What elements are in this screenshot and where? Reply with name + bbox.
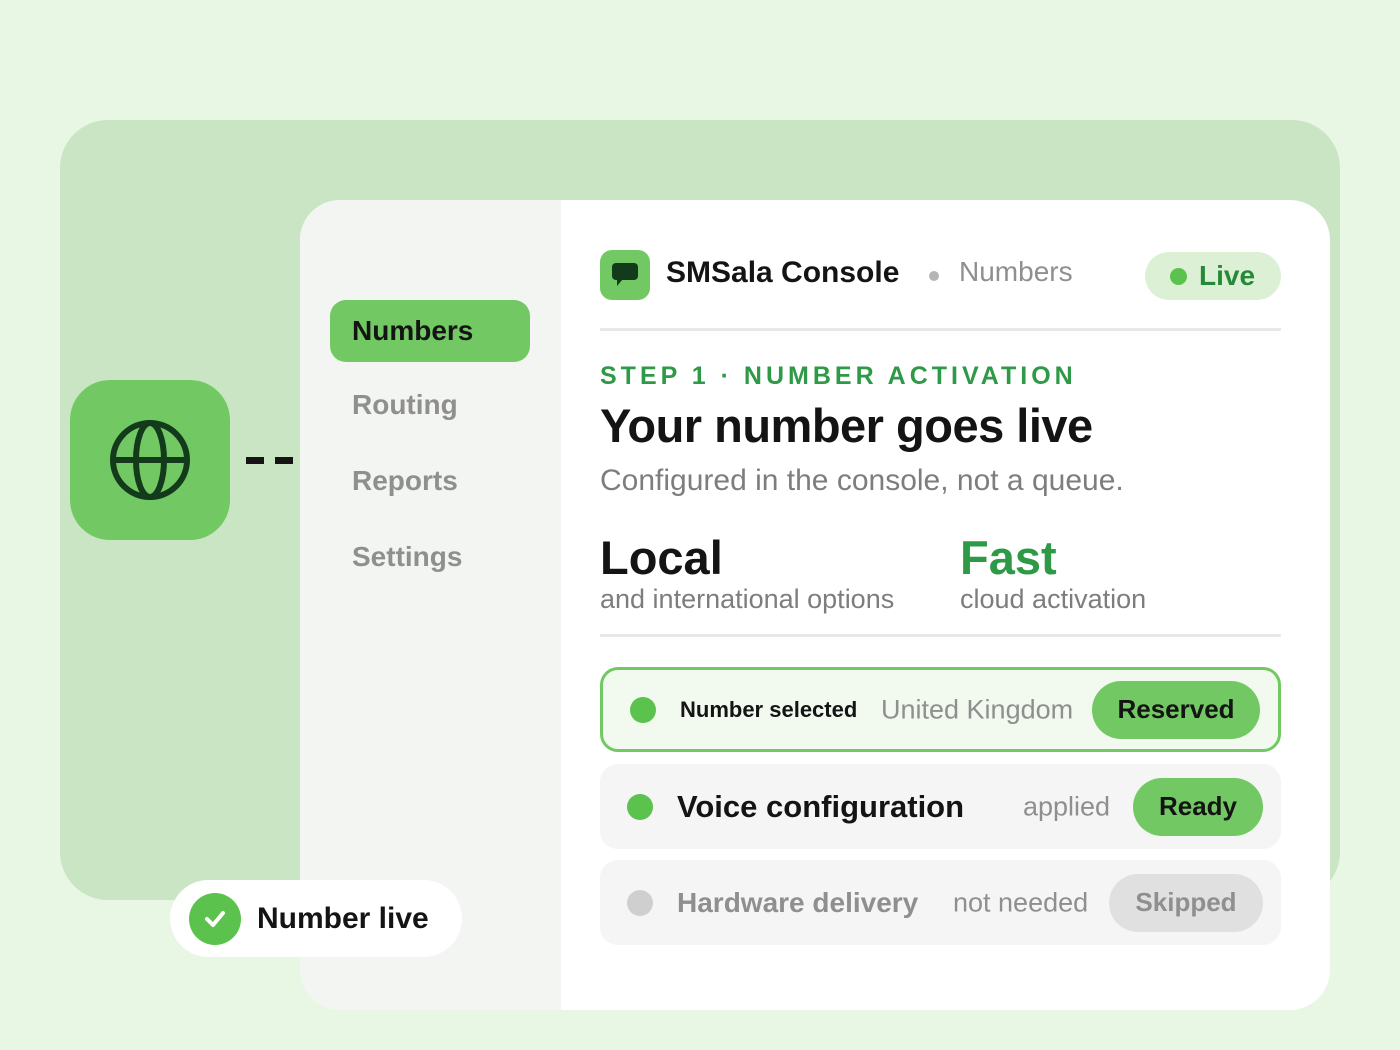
status-label: Live — [1199, 260, 1256, 291]
step-row-hardware-delivery[interactable]: Hardware delivery not needed Skipped — [600, 860, 1281, 945]
chat-bubble-icon — [612, 263, 638, 286]
stat-caption-fast: cloud activation — [960, 584, 1147, 614]
page-subtitle: Configured in the console, not a queue. — [600, 464, 1124, 497]
sidebar-item-routing[interactable]: Routing — [330, 374, 530, 436]
step-note: not needed — [953, 887, 1089, 917]
status-dot-icon — [630, 696, 656, 723]
main-panel: SMSala Console Numbers Live STEP 1 · NUM… — [600, 200, 1281, 1010]
globe-tile — [70, 380, 230, 540]
step-note: applied — [1023, 791, 1111, 821]
step-badge: Ready — [1133, 777, 1263, 836]
app-title: SMSala Console — [666, 256, 900, 289]
divider — [600, 328, 1281, 331]
step-eyebrow: STEP 1 · NUMBER ACTIVATION — [600, 362, 1077, 390]
stat-value-fast: Fast — [960, 531, 1057, 584]
breadcrumb-separator — [929, 271, 939, 281]
sidebar-item-reports[interactable]: Reports — [330, 450, 530, 512]
step-row-voice-configuration[interactable]: Voice configuration applied Ready — [600, 764, 1281, 849]
stat-caption-local: and international options — [600, 584, 895, 614]
sidebar-item-settings[interactable]: Settings — [330, 526, 530, 588]
step-title: Number selected — [680, 696, 858, 722]
step-title: Hardware delivery — [677, 886, 919, 918]
live-dot-icon — [1170, 267, 1187, 285]
connector-dash — [275, 457, 293, 464]
status-badge: Live — [1145, 252, 1281, 300]
step-badge: Reserved — [1092, 680, 1260, 739]
step-badge: Skipped — [1109, 873, 1263, 932]
toast-number-live: Number live — [170, 880, 462, 957]
breadcrumb[interactable]: Numbers — [959, 256, 1073, 288]
step-title: Voice configuration — [677, 788, 965, 824]
step-row-number-selected[interactable]: Number selected United Kingdom Reserved — [600, 667, 1281, 752]
status-dot-icon — [627, 793, 653, 820]
connector-dash — [246, 457, 264, 464]
status-dot-icon — [627, 889, 653, 916]
app-logo — [600, 250, 650, 300]
sidebar-item-numbers[interactable]: Numbers — [330, 300, 530, 362]
divider — [600, 634, 1281, 637]
page-title: Your number goes live — [600, 399, 1093, 452]
step-note: United Kingdom — [881, 694, 1074, 724]
console-card: Numbers Routing Reports Settings SMSala … — [300, 200, 1330, 1010]
globe-icon — [110, 420, 190, 500]
check-icon — [189, 892, 241, 945]
toast-label: Number live — [257, 901, 429, 935]
stat-value-local: Local — [600, 531, 723, 584]
